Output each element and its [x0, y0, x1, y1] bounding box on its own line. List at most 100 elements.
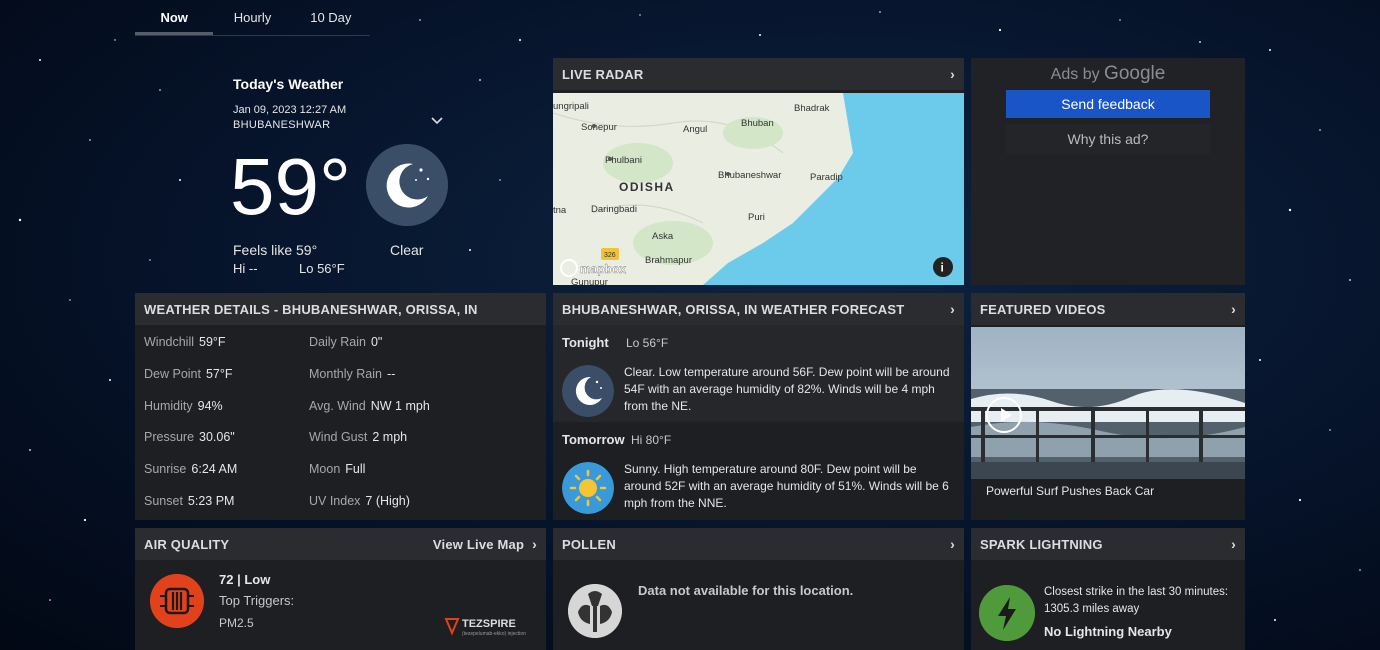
details-row: Pressure 30.06" Wind Gust 2 mph — [144, 430, 544, 462]
detail-label: Humidity — [144, 398, 193, 413]
live-radar-card[interactable]: LIVE RADAR › ungripali Sonepur Angul Bhu… — [553, 58, 964, 285]
detail-label: UV Index — [309, 493, 361, 508]
forecast-title: BHUBANESHWAR, ORISSA, IN WEATHER FORECAS… — [562, 301, 905, 317]
detail-label: Monthly Rain — [309, 366, 382, 381]
svg-text:i: i — [941, 261, 944, 275]
detail-label: Moon — [309, 462, 341, 477]
featured-videos-title: FEATURED VIDEOS — [980, 301, 1106, 317]
ad-panel: Ads by Google Send feedback Why this ad? — [971, 58, 1245, 285]
spark-lightning-card[interactable]: SPARK LIGHTNING › Closest strike in the … — [971, 528, 1245, 650]
air-quality-card: AIR QUALITY View Live Map › 72 | Low Top… — [135, 528, 546, 650]
pollutant-value: PM2.5 — [219, 616, 254, 630]
tonight-description: Clear. Low temperature around 56F. Dew p… — [624, 365, 950, 413]
lightning-status: No Lightning Nearby — [1044, 624, 1172, 639]
high-temp: Hi -- — [233, 261, 258, 276]
forecast-tonight: Tonight Lo 56°F Clear. Low temperature a… — [553, 325, 964, 422]
detail-value: 57°F — [205, 366, 233, 381]
city-name: BHUBANESHWAR — [233, 119, 331, 131]
view-live-map-link[interactable]: View Live Map — [433, 537, 524, 552]
low-temp: Lo 56°F — [299, 261, 345, 276]
air-quality-icon — [150, 574, 204, 628]
weather-details-header: WEATHER DETAILS - BHUBANESHWAR, ORISSA, … — [135, 293, 546, 325]
pollen-header[interactable]: POLLEN › — [553, 528, 964, 560]
detail-value: Full — [345, 462, 366, 477]
pollen-icon — [568, 584, 622, 638]
detail-label: Dew Point — [144, 366, 201, 381]
map-place-label: Puri — [748, 212, 765, 223]
lightning-bolt-icon — [979, 585, 1035, 641]
tab-hourly[interactable]: Hourly — [213, 0, 291, 35]
detail-value: 6:24 AM — [191, 462, 238, 477]
featured-videos-header[interactable]: FEATURED VIDEOS › — [971, 293, 1245, 325]
detail-value: 30.06" — [199, 430, 235, 445]
tomorrow-temp: Hi 80°F — [631, 433, 672, 447]
featured-videos-card[interactable]: FEATURED VIDEOS › Powerful Surf Pushes B… — [971, 293, 1245, 520]
pollen-card[interactable]: POLLEN › Data not available for this loc… — [553, 528, 964, 650]
moon-icon — [366, 144, 448, 226]
chevron-right-icon[interactable]: › — [950, 301, 955, 317]
air-quality-title: AIR QUALITY — [144, 536, 230, 552]
radar-map[interactable]: ungripali Sonepur Angul Bhuban Bhadrak P… — [553, 93, 964, 285]
sun-icon — [562, 462, 614, 514]
map-place-label: Bhadrak — [794, 103, 830, 114]
pollen-title: POLLEN — [562, 536, 616, 552]
weather-details-grid: Windchill 59°F Daily Rain 0" Dew Point 57°F… — [144, 335, 544, 526]
tezspire-ad-logo[interactable]: TEZSPIRE (tezepelumab-ekko) injection — [444, 613, 539, 639]
top-triggers-label: Top Triggers: — [219, 593, 295, 608]
tonight-temp: Lo 56°F — [626, 336, 669, 350]
detail-label: Windchill — [144, 335, 195, 349]
live-radar-header[interactable]: LIVE RADAR › — [553, 58, 964, 90]
detail-value: 2 mph — [372, 430, 408, 445]
tomorrow-label: Tomorrow — [562, 432, 625, 447]
detail-label: Pressure — [144, 430, 195, 445]
detail-label: Avg. Wind — [309, 398, 366, 413]
detail-label: Sunset — [144, 493, 183, 508]
svg-text:(tezepelumab-ekko) injection: (tezepelumab-ekko) injection — [462, 631, 526, 637]
chevron-down-icon[interactable] — [430, 114, 444, 128]
map-state-label: ODISHA — [619, 180, 675, 194]
map-place-label: Brahmapur — [645, 255, 692, 266]
chevron-right-icon[interactable]: › — [950, 66, 955, 82]
play-icon[interactable] — [986, 397, 1022, 433]
forecast-header[interactable]: BHUBANESHWAR, ORISSA, IN WEATHER FORECAS… — [553, 293, 964, 325]
closest-strike-label: Closest strike in the last 30 minutes: — [1044, 586, 1229, 598]
detail-label: Sunrise — [144, 462, 187, 477]
spark-lightning-header[interactable]: SPARK LIGHTNING › — [971, 528, 1245, 560]
map-place-label: Aska — [652, 231, 674, 242]
why-this-ad-button[interactable]: Why this ad? — [1006, 124, 1210, 154]
send-feedback-button[interactable]: Send feedback — [1006, 90, 1210, 118]
details-row: Windchill 59°F Daily Rain 0" — [144, 335, 544, 367]
tab-10-day[interactable]: 10 Day — [292, 0, 370, 35]
chevron-right-icon[interactable]: › — [532, 536, 537, 552]
details-row: Humidity 94% Avg. Wind NW 1 mph — [144, 399, 544, 431]
details-row: Dew Point 57°F Monthly Rain -- — [144, 367, 544, 399]
road-badge-label: 326 — [604, 252, 616, 259]
moon-icon — [562, 365, 614, 417]
details-row: Sunset 5:23 PM UV Index 7 (High) — [144, 494, 544, 526]
chevron-right-icon[interactable]: › — [1231, 301, 1236, 317]
weather-details-title: WEATHER DETAILS - BHUBANESHWAR, ORISSA, … — [144, 301, 478, 317]
forecast-card[interactable]: BHUBANESHWAR, ORISSA, IN WEATHER FORECAS… — [553, 293, 964, 520]
map-place-label: ungripali — [553, 101, 589, 112]
map-place-label: Daringbadi — [591, 204, 637, 215]
video-caption[interactable]: Powerful Surf Pushes Back Car — [986, 484, 1154, 498]
current-temperature: 59° — [230, 142, 351, 231]
mapbox-attribution: mapbox — [580, 262, 626, 276]
tab-now[interactable]: Now — [135, 0, 214, 35]
aqi-value: 72 | Low — [219, 572, 271, 587]
feels-like: Feels like 59° — [233, 242, 318, 258]
map-place-label: Gunupur — [571, 277, 608, 285]
svg-text:TEZSPIRE: TEZSPIRE — [462, 618, 516, 630]
chevron-right-icon[interactable]: › — [950, 536, 955, 552]
detail-value: -- — [386, 366, 396, 381]
chevron-right-icon[interactable]: › — [1231, 536, 1236, 552]
live-radar-title: LIVE RADAR — [562, 66, 644, 82]
pollen-message: Data not available for this location. — [638, 583, 854, 598]
observation-time: Jan 09, 2023 12:27 AM — [233, 104, 347, 116]
ads-by-google: Ads by Google — [1050, 63, 1166, 84]
tonight-label: Tonight — [562, 335, 609, 350]
detail-value: 59°F — [199, 335, 226, 349]
todays-weather-title: Today's Weather — [233, 76, 344, 92]
detail-value: 94% — [197, 398, 223, 413]
map-place-label: Bhuban — [741, 118, 774, 129]
